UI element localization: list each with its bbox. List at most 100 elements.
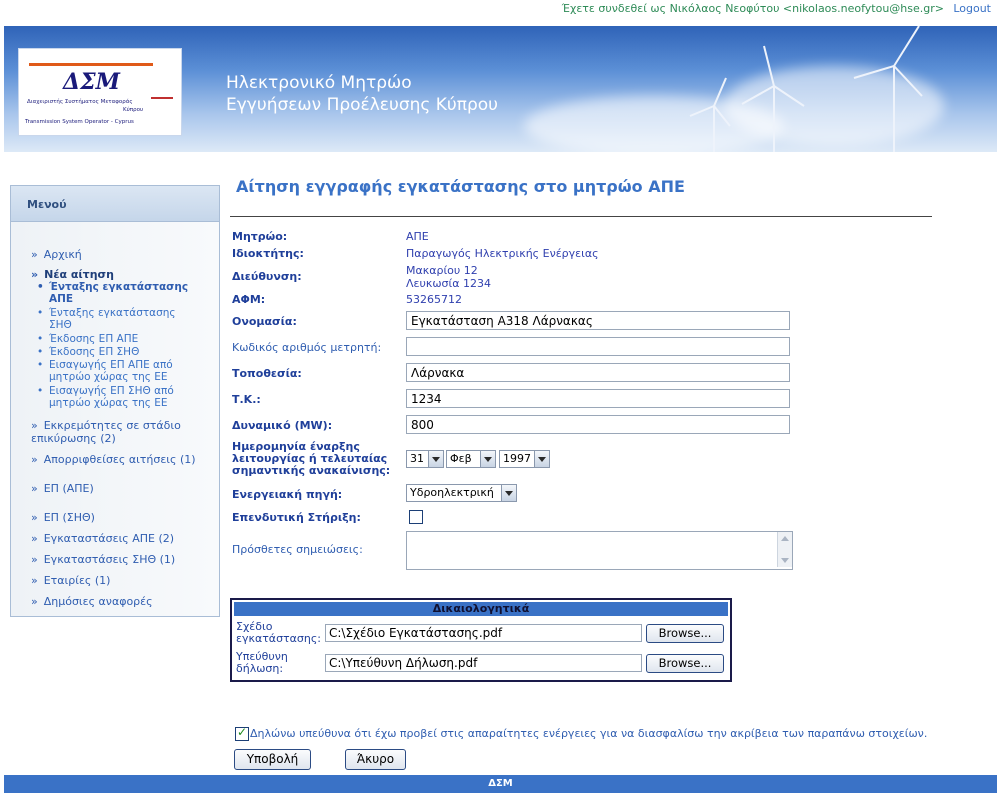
sidebar-subitem-import-chp-go[interactable]: • Εισαγωγής ΕΠ ΣΗΘ από μητρώο χώρας της ΕΕ bbox=[37, 385, 174, 409]
meter-input[interactable] bbox=[406, 337, 790, 356]
sidebar-item-public-reports[interactable]: » Δημόσιες αναφορές bbox=[31, 595, 153, 608]
double-chevron-icon: » bbox=[31, 574, 38, 587]
start-year-select[interactable]: 1997 bbox=[499, 450, 550, 468]
owner-value: Παραγωγός Ηλεκτρικής Ενέργειας bbox=[406, 247, 599, 260]
energy-source-label: Ενεργειακή πηγή: bbox=[232, 488, 343, 501]
bullet-icon: • bbox=[37, 346, 44, 358]
sidebar-item-pending[interactable]: » Εκκρεμότητες σε στάδιο επικύρωσης (2) bbox=[31, 419, 181, 445]
plan-browse-button[interactable]: Browse... bbox=[646, 624, 724, 643]
logo-line bbox=[29, 63, 153, 66]
capacity-label: Δυναμικό (MW): bbox=[232, 419, 333, 432]
decl-label-line: δήλωση: bbox=[236, 662, 284, 675]
logout-link[interactable]: Logout bbox=[953, 2, 991, 15]
start-date-label-line: σημαντικής ανακαίνισης: bbox=[232, 464, 391, 477]
location-label: Τοποθεσία: bbox=[232, 367, 302, 380]
investment-support-label: Επενδυτική Στήριξη: bbox=[232, 511, 361, 524]
sidebar-item-new-application[interactable]: » Νέα αίτηση bbox=[31, 268, 114, 281]
name-input[interactable] bbox=[406, 311, 790, 330]
sidebar-item-res-installations[interactable]: » Εγκαταστάσεις ΑΠΕ (2) bbox=[31, 532, 174, 545]
page-title: Αίτηση εγγραφής εγκατάστασης στο μητρώο … bbox=[236, 177, 685, 196]
bullet-icon: • bbox=[37, 333, 44, 345]
sidebar-item-label: Αρχική bbox=[43, 248, 82, 261]
sub-label: Εισαγωγής ΕΠ ΑΠΕ από bbox=[49, 359, 173, 371]
double-chevron-icon: » bbox=[31, 595, 38, 608]
double-chevron-icon: » bbox=[31, 553, 38, 566]
location-input[interactable] bbox=[406, 363, 790, 382]
sidebar-subitem-chp-install[interactable]: • Ένταξης εγκατάστασης ΣΗΘ bbox=[37, 307, 176, 331]
vat-value: 53265712 bbox=[406, 293, 462, 306]
cancel-button[interactable]: Άκυρο bbox=[345, 749, 406, 770]
investment-support-checkbox[interactable] bbox=[409, 510, 423, 524]
dsm-logo[interactable]: ΔΣΜ Διαχειριστής Συστήματος Μεταφοράς Κύ… bbox=[18, 48, 182, 136]
double-chevron-icon: » bbox=[31, 268, 39, 281]
postcode-input[interactable] bbox=[406, 389, 790, 408]
sub-label: Ένταξης εγκατάστασης bbox=[49, 281, 189, 293]
capacity-input[interactable] bbox=[406, 415, 790, 434]
meter-label: Κωδικός αριθμός μετρητή: bbox=[232, 341, 382, 354]
sidebar-subitem-issue-res-go[interactable]: • Έκδοσης ΕΠ ΑΠΕ bbox=[37, 333, 139, 345]
postcode-label: Τ.Κ.: bbox=[232, 393, 261, 406]
chevron-down-icon bbox=[428, 451, 443, 467]
sub-label: μητρώο χώρας της ΕΕ bbox=[49, 397, 168, 409]
registry-value: ΑΠΕ bbox=[406, 230, 429, 243]
owner-label: Ιδιοκτήτης: bbox=[232, 247, 304, 260]
scrollbar[interactable] bbox=[777, 532, 792, 567]
address-line2: Λευκωσία 1234 bbox=[406, 277, 491, 290]
double-chevron-icon: » bbox=[31, 419, 38, 432]
sidebar-item-label: Εταιρίες (1) bbox=[43, 574, 111, 587]
registry-label: Μητρώο: bbox=[232, 230, 288, 243]
sidebar-item-label: Εκκρεμότητες σε στάδιο bbox=[43, 419, 181, 432]
documents-title: Δικαιολογητικά bbox=[234, 602, 728, 616]
sidebar-menu: Μενού » Αρχική » Νέα αίτηση • Ένταξης εγκατ… bbox=[10, 185, 220, 617]
top-bar: Έχετε συνδεθεί ως Νικόλαος Νεοφύτου <nik… bbox=[0, 0, 997, 22]
sub-label: Έκδοσης ΕΠ ΑΠΕ bbox=[49, 333, 139, 345]
header-banner: ΔΣΜ Διαχειριστής Συστήματος Μεταφοράς Κύ… bbox=[4, 26, 997, 152]
energy-source-select[interactable]: Υδροηλεκτρική bbox=[406, 484, 517, 502]
sidebar-title: Μενού bbox=[11, 186, 219, 222]
double-chevron-icon: » bbox=[31, 511, 38, 524]
sidebar-item-chp-installations[interactable]: » Εγκαταστάσεις ΣΗΘ (1) bbox=[31, 553, 175, 566]
double-chevron-icon: » bbox=[31, 248, 38, 261]
bullet-icon: • bbox=[37, 307, 44, 319]
sidebar-item-home[interactable]: » Αρχική bbox=[31, 248, 82, 261]
sub-label: Έκδοσης ΕΠ ΣΗΘ bbox=[49, 346, 140, 358]
sidebar-item-label: Νέα αίτηση bbox=[44, 268, 114, 281]
start-month-select[interactable]: Φεβ bbox=[446, 450, 496, 468]
address-label: Διεύθυνση: bbox=[232, 270, 302, 283]
double-chevron-icon: » bbox=[31, 453, 38, 466]
start-day-select[interactable]: 31 bbox=[406, 450, 444, 468]
logged-in-user-text: Έχετε συνδεθεί ως Νικόλαος Νεοφύτου <nik… bbox=[561, 2, 944, 15]
plan-label: Σχέδιο εγκατάστασης: bbox=[236, 621, 321, 645]
sidebar-item-go-chp[interactable]: » ΕΠ (ΣΗΘ) bbox=[31, 511, 95, 524]
site-title-line2: Εγγυήσεων Προέλευσης Κύπρου bbox=[226, 95, 498, 115]
logo-subtitle: Transmission System Operator - Cyprus bbox=[25, 119, 134, 125]
sidebar-item-label: Δημόσιες αναφορές bbox=[43, 595, 153, 608]
double-chevron-icon: » bbox=[31, 532, 38, 545]
sub-label: μητρώο χώρας της ΕΕ bbox=[49, 371, 168, 383]
double-chevron-icon: » bbox=[31, 482, 38, 495]
declaration-checkbox[interactable] bbox=[235, 725, 249, 741]
bullet-icon: • bbox=[37, 359, 44, 371]
sidebar-item-companies[interactable]: » Εταιρίες (1) bbox=[31, 574, 110, 587]
declaration-browse-button[interactable]: Browse... bbox=[646, 654, 724, 673]
sidebar-item-go-res[interactable]: » ΕΠ (ΑΠΕ) bbox=[31, 482, 94, 495]
chevron-down-icon bbox=[534, 451, 549, 467]
logo-arrow bbox=[151, 97, 173, 99]
start-date-label: Ημερομηνία έναρξης λειτουργίας ή τελευτα… bbox=[232, 441, 390, 477]
sidebar-subitem-res-install[interactable]: • Ένταξης εγκατάστασης ΑΠΕ bbox=[37, 281, 189, 305]
address-line1: Μακαρίου 12 bbox=[406, 264, 478, 277]
declaration-file-input[interactable]: C:\Υπεύθυνη Δήλωση.pdf bbox=[325, 654, 642, 672]
sidebar-subitem-issue-chp-go[interactable]: • Έκδοσης ΕΠ ΣΗΘ bbox=[37, 346, 140, 358]
sidebar-item-label: Εγκαταστάσεις ΑΠΕ (2) bbox=[43, 532, 175, 545]
sub-label: Εισαγωγής ΕΠ ΣΗΘ από bbox=[49, 385, 174, 397]
logo-subtitle: Κύπρου bbox=[123, 107, 144, 113]
vat-label: ΑΦΜ: bbox=[232, 293, 266, 306]
sidebar-item-rejected[interactable]: » Απορριφθείσες αιτήσεις (1) bbox=[31, 453, 196, 466]
sub-label: ΑΠΕ bbox=[49, 293, 74, 305]
notes-textarea[interactable] bbox=[406, 531, 793, 570]
sidebar-subitem-import-res-go[interactable]: • Εισαγωγής ΕΠ ΑΠΕ από μητρώο χώρας της ΕΕ bbox=[37, 359, 173, 383]
notes-label: Πρόσθετες σημειώσεις: bbox=[232, 543, 363, 556]
plan-file-input[interactable]: C:\Σχέδιο Εγκατάστασης.pdf bbox=[325, 624, 642, 642]
scroll-up-icon bbox=[781, 536, 789, 541]
submit-button[interactable]: Υποβολή bbox=[234, 749, 311, 770]
